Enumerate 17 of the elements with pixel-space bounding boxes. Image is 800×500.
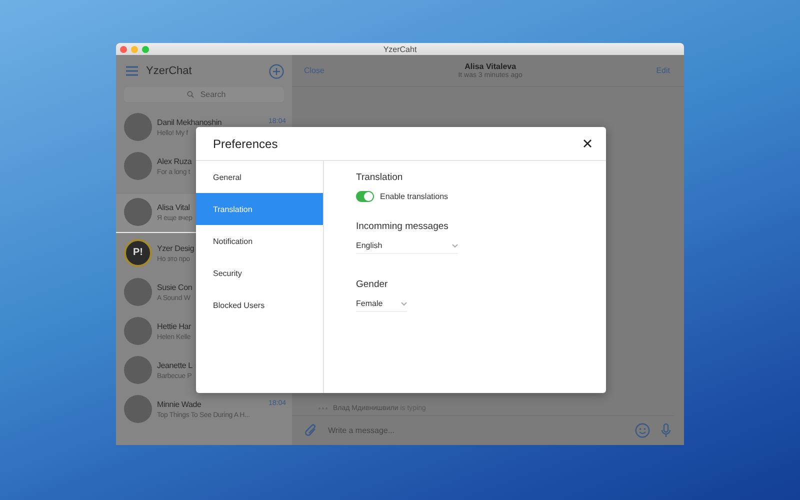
chat-contact-name: Alisa Vitaleva bbox=[464, 62, 516, 71]
contact-name: Jeanette L bbox=[157, 361, 192, 370]
contact-name: Danil Mekhanoshin bbox=[157, 118, 222, 127]
section-heading: Gender bbox=[356, 279, 388, 290]
contact-name: Minnie Wade bbox=[157, 400, 202, 409]
section-heading: Incomming messages bbox=[356, 221, 448, 232]
app-title: YzerChat bbox=[146, 65, 193, 77]
contact-name: Susie Con bbox=[157, 283, 192, 292]
contact-name: Hettie Har bbox=[157, 322, 192, 331]
dialog-title: Preferences bbox=[213, 136, 278, 150]
window-title: YzerCaht bbox=[383, 44, 417, 54]
section-heading: Translation bbox=[356, 172, 403, 183]
contact-name: Yzer Desig bbox=[157, 244, 194, 253]
contact-name: Alisa Vital bbox=[157, 203, 190, 212]
toggle-label: Enable translations bbox=[380, 192, 448, 201]
avatar-logo: P! bbox=[124, 238, 152, 266]
contact-name: Alex Ruza bbox=[157, 157, 192, 166]
